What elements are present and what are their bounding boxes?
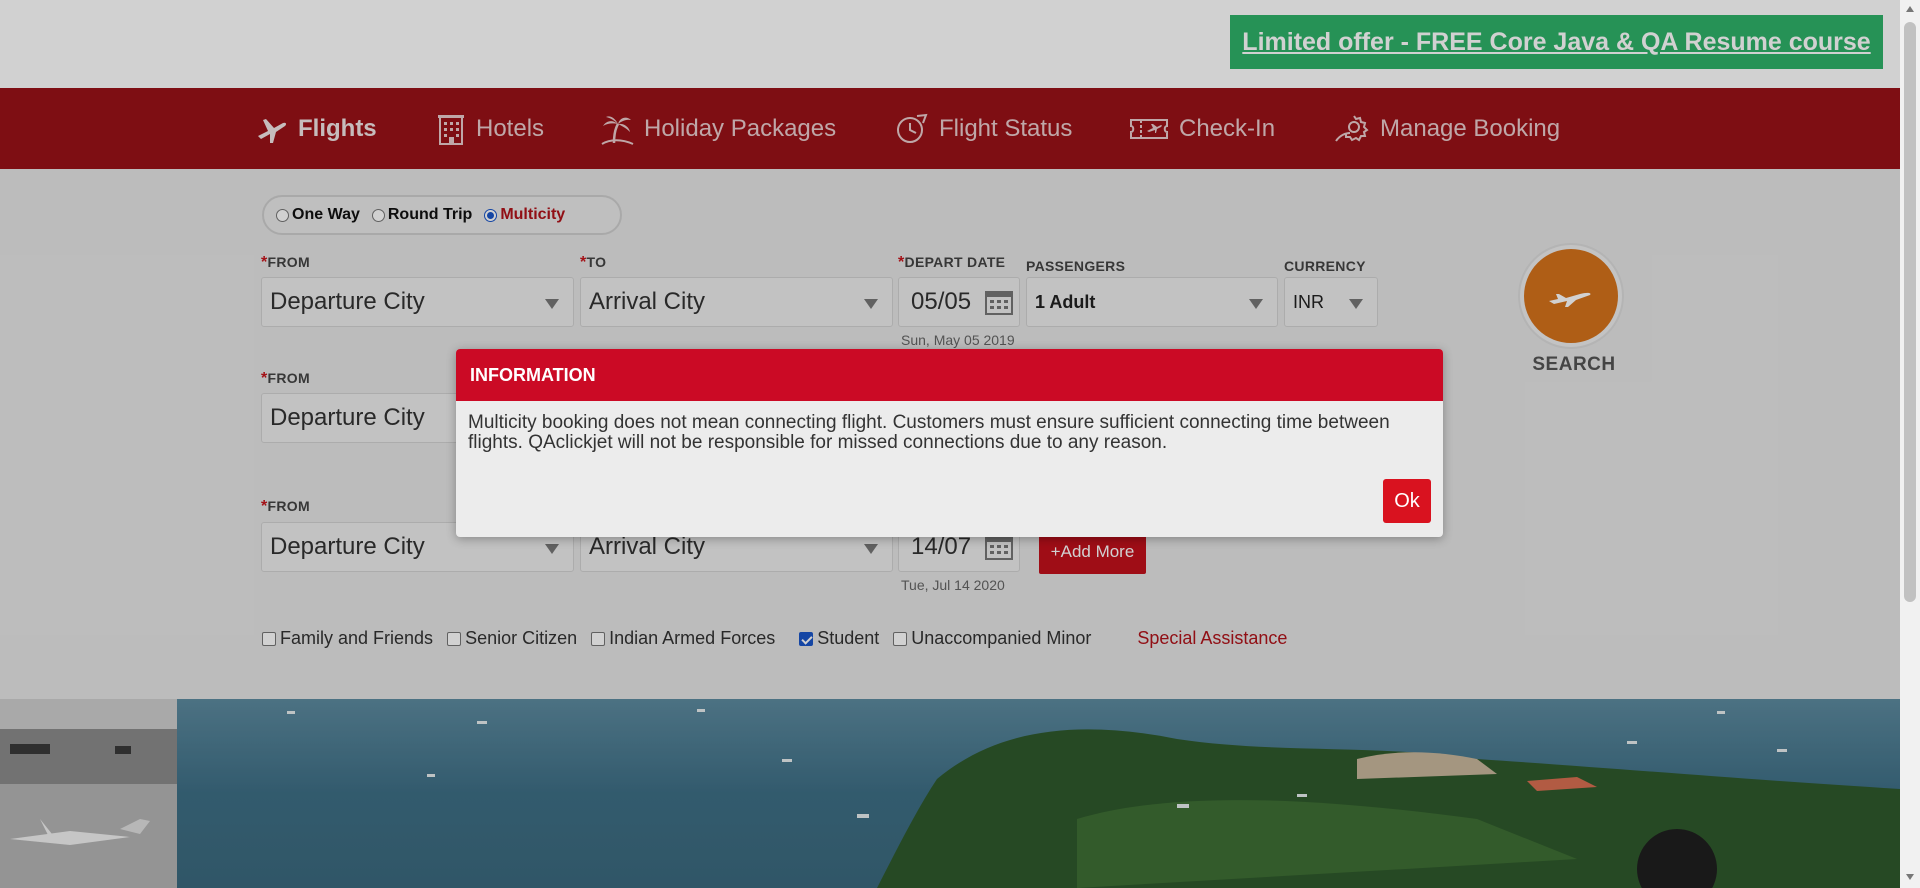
scroll-up-arrow-icon[interactable] — [1906, 6, 1914, 12]
scroll-down-arrow-icon[interactable] — [1906, 874, 1914, 880]
ok-button[interactable]: Ok — [1383, 479, 1431, 523]
dialog-title: INFORMATION — [456, 349, 1443, 401]
information-dialog: INFORMATION Multicity booking does not m… — [456, 349, 1443, 537]
scroll-thumb[interactable] — [1904, 22, 1916, 602]
vertical-scrollbar[interactable] — [1900, 0, 1920, 888]
page: Limited offer - FREE Core Java & QA Resu… — [0, 0, 1900, 888]
dialog-message: Multicity booking does not mean connecti… — [468, 412, 1390, 453]
